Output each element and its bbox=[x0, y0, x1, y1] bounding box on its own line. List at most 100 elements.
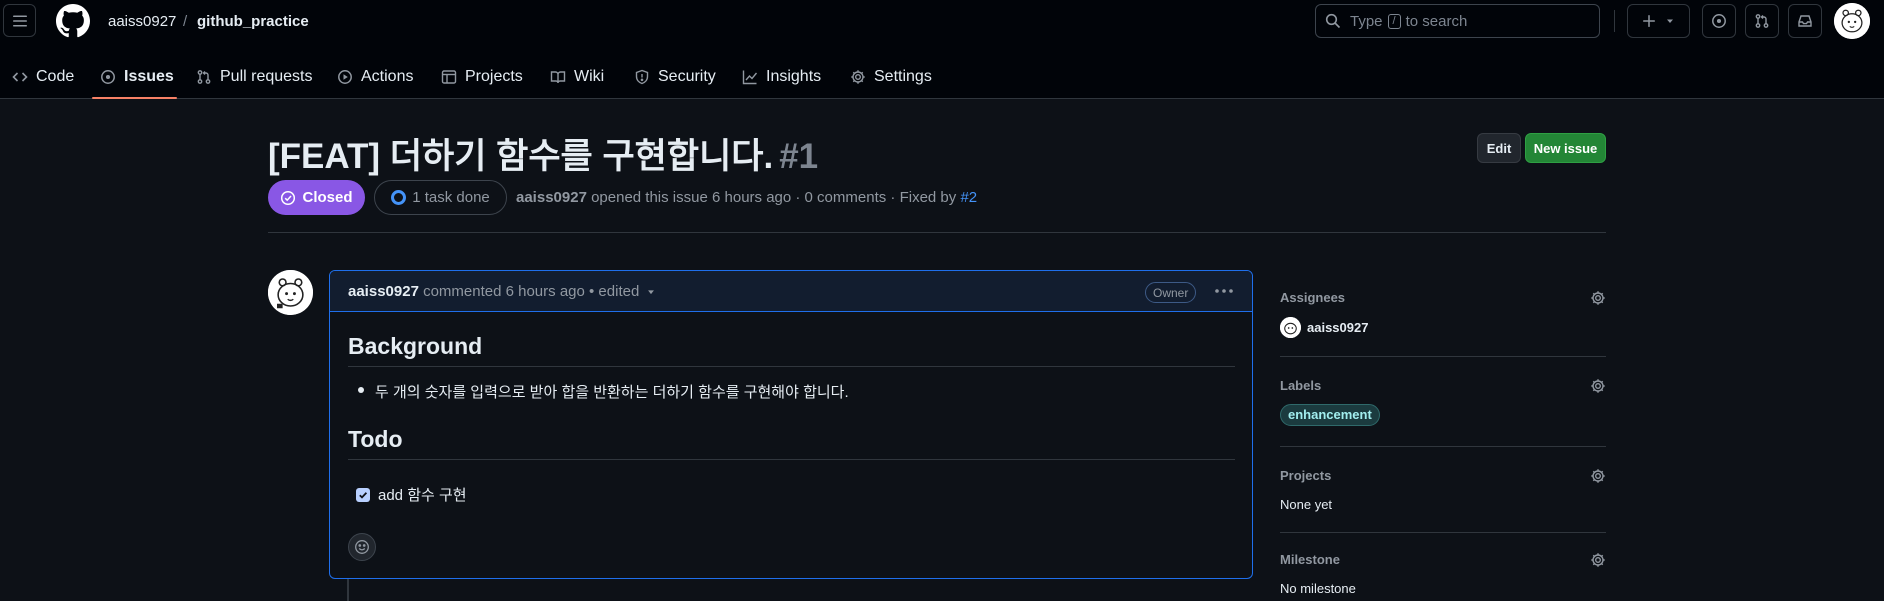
issue-title-text: [FEAT] 더하기 함수를 구현합니다. bbox=[268, 137, 774, 176]
play-icon bbox=[338, 70, 352, 84]
tab-label: Wiki bbox=[574, 68, 605, 85]
issue-icon bbox=[1712, 14, 1726, 28]
check-circle-icon bbox=[281, 190, 296, 205]
todo-heading: Todo bbox=[348, 426, 1235, 460]
tab-label: Actions bbox=[361, 68, 414, 85]
tab-issues[interactable]: Issues bbox=[100, 64, 174, 90]
status-label: Closed bbox=[302, 189, 353, 206]
assignees-heading: Assignees bbox=[1280, 290, 1346, 305]
sidebar-assignees: Assignees aaiss0927 bbox=[1280, 290, 1606, 338]
task-checkbox[interactable] bbox=[356, 487, 370, 502]
gear-icon[interactable] bbox=[1590, 378, 1606, 394]
tab-wiki[interactable]: Wiki bbox=[550, 64, 604, 90]
status-badge: Closed bbox=[268, 180, 365, 215]
issue-comment: aaiss0927 commented 6 hours ago • edited… bbox=[329, 270, 1253, 579]
chevron-down-icon[interactable] bbox=[646, 287, 656, 297]
gear-icon[interactable] bbox=[1590, 290, 1606, 306]
timeline-line bbox=[347, 578, 349, 601]
comment-avatar[interactable] bbox=[268, 270, 313, 315]
tab-label: Projects bbox=[465, 68, 523, 85]
header-divider bbox=[1614, 10, 1615, 32]
milestone-heading: Milestone bbox=[1280, 552, 1340, 567]
tab-code[interactable]: Code bbox=[12, 64, 74, 90]
gear-icon bbox=[851, 70, 865, 84]
tab-actions[interactable]: Actions bbox=[337, 64, 413, 90]
projects-heading: Projects bbox=[1280, 468, 1332, 483]
active-tab-indicator bbox=[92, 97, 177, 99]
sidebar-divider bbox=[1280, 356, 1606, 357]
github-logo[interactable] bbox=[56, 4, 90, 38]
comment-header: aaiss0927 commented 6 hours ago • edited… bbox=[330, 271, 1252, 312]
inbox-icon bbox=[1798, 15, 1812, 27]
assignee-name: aaiss0927 bbox=[1307, 320, 1369, 335]
tab-label: Code bbox=[36, 68, 75, 85]
user-avatar[interactable] bbox=[1834, 3, 1870, 39]
pull-request-icon bbox=[1755, 14, 1769, 28]
repo-nav: Code Issues Pull requests Actions Projec… bbox=[0, 54, 1884, 99]
assignee-item[interactable]: aaiss0927 bbox=[1280, 317, 1606, 338]
task-progress-badge[interactable]: 1 task done bbox=[374, 180, 507, 215]
fixed-by-link[interactable]: #2 bbox=[960, 189, 977, 206]
chevron-down-icon bbox=[1667, 19, 1673, 23]
book-icon bbox=[550, 71, 566, 84]
comment-body: Background 두 개의 숫자를 입력으로 받아 합을 반환하는 더하기 … bbox=[348, 312, 1235, 505]
create-new-button[interactable] bbox=[1627, 4, 1690, 38]
hamburger-icon bbox=[12, 15, 27, 26]
owner-badge: Owner bbox=[1145, 282, 1197, 303]
comment-time[interactable]: commented 6 hours ago • edited bbox=[423, 283, 639, 300]
issue-meta: aaiss0927 opened this issue 6 hours ago … bbox=[516, 189, 977, 206]
issue-author-link[interactable]: aaiss0927 bbox=[516, 189, 587, 206]
avatar-image bbox=[1834, 3, 1870, 39]
tab-label: Issues bbox=[124, 68, 174, 85]
avatar-image bbox=[268, 270, 313, 315]
hamburger-menu-button[interactable] bbox=[3, 4, 36, 37]
tab-label: Insights bbox=[766, 68, 822, 85]
new-issue-button[interactable]: New issue bbox=[1525, 133, 1606, 163]
background-heading: Background bbox=[348, 333, 1235, 367]
comment-author-link[interactable]: aaiss0927 bbox=[348, 283, 419, 300]
task-list-item: add 함수 구현 bbox=[348, 484, 1235, 505]
issue-title: [FEAT] 더하기 함수를 구현합니다. #1 bbox=[268, 128, 818, 179]
tab-label: Pull requests bbox=[220, 68, 313, 85]
breadcrumb-separator: / bbox=[183, 13, 188, 30]
app-header: aaiss0927 / github_practice Type / to se… bbox=[0, 0, 1884, 99]
label-enhancement[interactable]: enhancement bbox=[1280, 404, 1380, 426]
issue-number: #1 bbox=[779, 137, 819, 176]
tab-pull-requests[interactable]: Pull requests bbox=[196, 64, 313, 90]
issues-shortcut-button[interactable] bbox=[1702, 4, 1736, 38]
avatar bbox=[1280, 317, 1301, 338]
tab-insights[interactable]: Insights bbox=[742, 64, 821, 90]
tab-projects[interactable]: Projects bbox=[441, 64, 523, 90]
tab-settings[interactable]: Settings bbox=[850, 64, 932, 90]
sidebar-divider bbox=[1280, 446, 1606, 447]
search-shortcut-key: / bbox=[1387, 13, 1401, 29]
kebab-horizontal-icon bbox=[1215, 289, 1233, 293]
edit-button[interactable]: Edit bbox=[1477, 133, 1521, 163]
comment-options-button[interactable] bbox=[1210, 281, 1238, 301]
sidebar-divider bbox=[1280, 532, 1606, 533]
issue-icon bbox=[101, 70, 115, 84]
breadcrumb-repo[interactable]: github_practice bbox=[197, 13, 309, 30]
issue-meta-text: opened this issue 6 hours ago · 0 commen… bbox=[591, 189, 957, 206]
pull-requests-shortcut-button[interactable] bbox=[1745, 4, 1779, 38]
inbox-button[interactable] bbox=[1788, 4, 1822, 38]
shield-icon bbox=[635, 69, 649, 85]
labels-heading: Labels bbox=[1280, 378, 1322, 393]
comment-byline: aaiss0927 commented 6 hours ago • edited bbox=[348, 283, 656, 300]
tab-security[interactable]: Security bbox=[634, 64, 716, 90]
search-input[interactable]: Type / to search bbox=[1315, 4, 1600, 38]
milestone-value: No milestone bbox=[1280, 581, 1356, 596]
smiley-icon bbox=[355, 540, 369, 554]
list-item: 두 개의 숫자를 입력으로 받아 합을 반환하는 더하기 함수를 구현해야 합니… bbox=[348, 381, 1235, 402]
sidebar-milestone: Milestone No milestone bbox=[1280, 552, 1606, 596]
pull-request-icon bbox=[197, 70, 211, 84]
breadcrumb-owner[interactable]: aaiss0927 bbox=[108, 13, 176, 30]
add-reaction-button[interactable] bbox=[348, 533, 376, 561]
sidebar-labels: Labels enhancement bbox=[1280, 378, 1606, 426]
search-icon bbox=[1325, 13, 1341, 29]
gear-icon[interactable] bbox=[1590, 468, 1606, 484]
gear-icon[interactable] bbox=[1590, 552, 1606, 568]
tab-label: Settings bbox=[874, 68, 932, 85]
projects-value: None yet bbox=[1280, 497, 1333, 512]
avatar-image bbox=[1280, 317, 1301, 338]
